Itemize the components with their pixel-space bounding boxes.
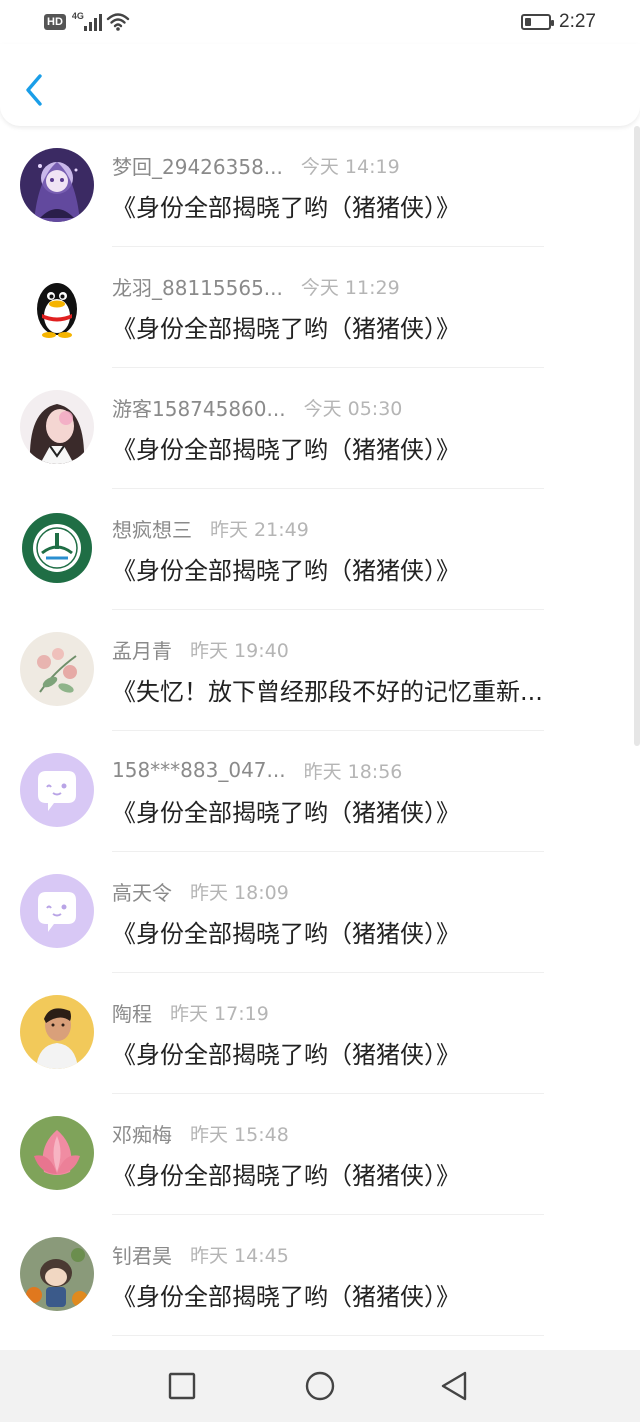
message-time: 昨天 14:45 <box>190 1244 289 1267</box>
cellular-signal-icon: 4G <box>71 11 102 33</box>
message-time: 昨天 15:48 <box>190 1123 289 1146</box>
sender-name: 邓痴梅 <box>112 1122 172 1147</box>
message-meta: 陶程 昨天 17:19 <box>112 999 269 1026</box>
message-list-item[interactable]: 邓痴梅 昨天 15:48 《身份全部揭晓了哟（猪猪侠）》 <box>0 1094 640 1215</box>
message-time: 今天 05:30 <box>303 397 403 420</box>
message-preview: 《失忆！放下曾经那段不好的记忆重新... <box>112 678 543 706</box>
message-meta: 游客158745860... 今天 05:30 <box>112 394 403 421</box>
message-list-item[interactable]: 孟月青 昨天 19:40 《失忆！放下曾经那段不好的记忆重新... <box>0 610 640 731</box>
message-list[interactable]: 梦回_29426358... 今天 14:19 《身份全部揭晓了哟（猪猪侠）》 龙羽_… <box>0 126 640 1350</box>
message-preview: 《身份全部揭晓了哟（猪猪侠）》 <box>112 799 460 827</box>
avatar[interactable] <box>20 995 94 1069</box>
message-list-item[interactable]: 高天令 昨天 18:09 《身份全部揭晓了哟（猪猪侠）》 <box>0 852 640 973</box>
sender-name: 游客158745860... <box>112 396 286 421</box>
message-list-item[interactable]: 158***883_047... 昨天 18:56 《身份全部揭晓了哟（猪猪侠）》 <box>0 731 640 852</box>
message-preview: 《身份全部揭晓了哟（猪猪侠）》 <box>112 194 460 222</box>
message-preview: 《身份全部揭晓了哟（猪猪侠）》 <box>112 920 460 948</box>
sender-name: 龙羽_88115565... <box>112 275 283 300</box>
message-list-item[interactable]: 梦回_29426358... 今天 14:19 《身份全部揭晓了哟（猪猪侠）》 <box>0 126 640 247</box>
message-time: 昨天 18:56 <box>303 760 403 783</box>
status-left: HD 4G <box>44 10 130 34</box>
sender-name: 158***883_047... <box>112 758 286 782</box>
sender-name: 想疯想三 <box>112 517 192 542</box>
circle-icon[interactable] <box>304 1370 336 1402</box>
status-time: 2:27 <box>559 11 596 32</box>
sender-name: 陶程 <box>112 1001 152 1026</box>
message-time: 昨天 21:49 <box>210 518 309 541</box>
triangle-back-icon[interactable] <box>438 1370 470 1402</box>
message-list-item[interactable]: 钊君昊 昨天 14:45 《身份全部揭晓了哟（猪猪侠）》 <box>0 1215 640 1336</box>
avatar[interactable] <box>20 269 94 343</box>
message-meta: 梦回_29426358... 今天 14:19 <box>112 152 400 179</box>
message-meta: 钊君昊 昨天 14:45 <box>112 1241 289 1268</box>
wifi-icon <box>106 13 130 31</box>
avatar[interactable] <box>20 753 94 827</box>
message-list-item[interactable]: 龙羽_88115565... 今天 11:29 《身份全部揭晓了哟（猪猪侠）》 <box>0 247 640 368</box>
message-meta: 龙羽_88115565... 今天 11:29 <box>112 273 400 300</box>
sender-name: 梦回_29426358... <box>112 154 283 179</box>
message-time: 昨天 17:19 <box>170 1002 269 1025</box>
sender-name: 高天令 <box>112 880 172 905</box>
status-bar: HD 4G 2:27 <box>0 0 640 44</box>
scrollbar[interactable] <box>634 126 640 746</box>
message-preview: 《身份全部揭晓了哟（猪猪侠）》 <box>112 557 460 585</box>
chevron-left-icon[interactable] <box>18 72 50 108</box>
message-time: 今天 11:29 <box>300 276 400 299</box>
avatar[interactable] <box>20 1237 94 1311</box>
sender-name: 钊君昊 <box>112 1243 172 1268</box>
hd-badge: HD <box>44 14 66 30</box>
message-preview: 《身份全部揭晓了哟（猪猪侠）》 <box>112 1041 460 1069</box>
message-meta: 孟月青 昨天 19:40 <box>112 636 289 663</box>
message-list-item[interactable]: 游客158745860... 今天 05:30 《身份全部揭晓了哟（猪猪侠）》 <box>0 368 640 489</box>
message-preview: 《身份全部揭晓了哟（猪猪侠）》 <box>112 1283 460 1311</box>
avatar[interactable] <box>20 148 94 222</box>
avatar[interactable] <box>20 511 94 585</box>
message-list-item[interactable]: 想疯想三 昨天 21:49 《身份全部揭晓了哟（猪猪侠）》 <box>0 489 640 610</box>
message-time: 昨天 18:09 <box>190 881 289 904</box>
status-right: 2:27 <box>521 10 596 34</box>
message-preview: 《身份全部揭晓了哟（猪猪侠）》 <box>112 315 460 343</box>
divider <box>112 1335 544 1336</box>
message-meta: 高天令 昨天 18:09 <box>112 878 289 905</box>
battery-icon <box>521 14 555 30</box>
avatar[interactable] <box>20 1116 94 1190</box>
avatar[interactable] <box>20 874 94 948</box>
avatar[interactable] <box>20 632 94 706</box>
message-time: 昨天 19:40 <box>190 639 289 662</box>
message-list-item[interactable]: 陶程 昨天 17:19 《身份全部揭晓了哟（猪猪侠）》 <box>0 973 640 1094</box>
top-app-bar <box>0 44 640 126</box>
square-icon[interactable] <box>166 1370 198 1402</box>
network-type: 4G <box>71 11 84 21</box>
message-preview: 《身份全部揭晓了哟（猪猪侠）》 <box>112 1162 460 1190</box>
message-time: 今天 14:19 <box>300 155 400 178</box>
message-meta: 想疯想三 昨天 21:49 <box>112 515 309 542</box>
message-meta: 158***883_047... 昨天 18:56 <box>112 757 402 783</box>
message-preview: 《身份全部揭晓了哟（猪猪侠）》 <box>112 436 460 464</box>
sender-name: 孟月青 <box>112 638 172 663</box>
avatar[interactable] <box>20 390 94 464</box>
message-meta: 邓痴梅 昨天 15:48 <box>112 1120 289 1147</box>
navigation-bar <box>0 1350 640 1422</box>
